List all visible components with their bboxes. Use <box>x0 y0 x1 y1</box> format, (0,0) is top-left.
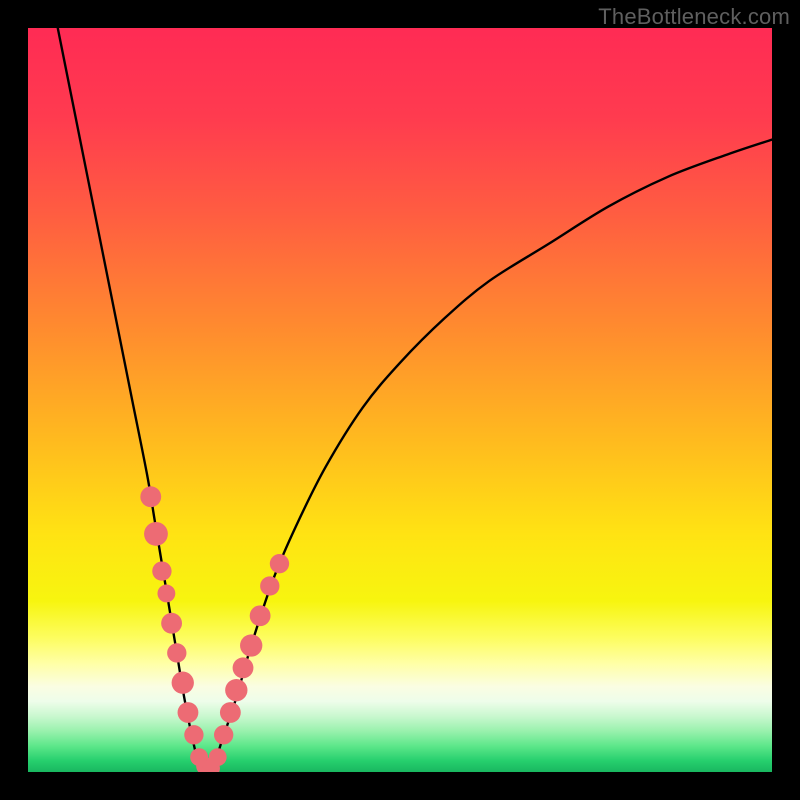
marker-dot <box>140 486 161 507</box>
marker-dot <box>233 657 254 678</box>
marker-dot <box>167 643 186 662</box>
marker-dot <box>172 672 194 694</box>
marker-dot <box>225 679 247 701</box>
watermark-text: TheBottleneck.com <box>598 4 790 30</box>
marker-dot <box>260 576 279 595</box>
marker-dot <box>209 748 227 766</box>
marker-dot <box>157 585 175 603</box>
highlighted-points <box>140 486 289 772</box>
marker-dot <box>240 634 262 656</box>
marker-dot <box>184 725 203 744</box>
plot-area <box>28 28 772 772</box>
marker-dot <box>270 554 289 573</box>
marker-dot <box>161 613 182 634</box>
bottleneck-curve <box>58 28 772 770</box>
marker-dot <box>214 725 233 744</box>
marker-dot <box>220 702 241 723</box>
marker-dot <box>152 561 171 580</box>
chart-frame: TheBottleneck.com <box>0 0 800 800</box>
marker-dot <box>178 702 199 723</box>
marker-dot <box>250 605 271 626</box>
marker-dot <box>144 522 168 546</box>
curve-layer <box>28 28 772 772</box>
